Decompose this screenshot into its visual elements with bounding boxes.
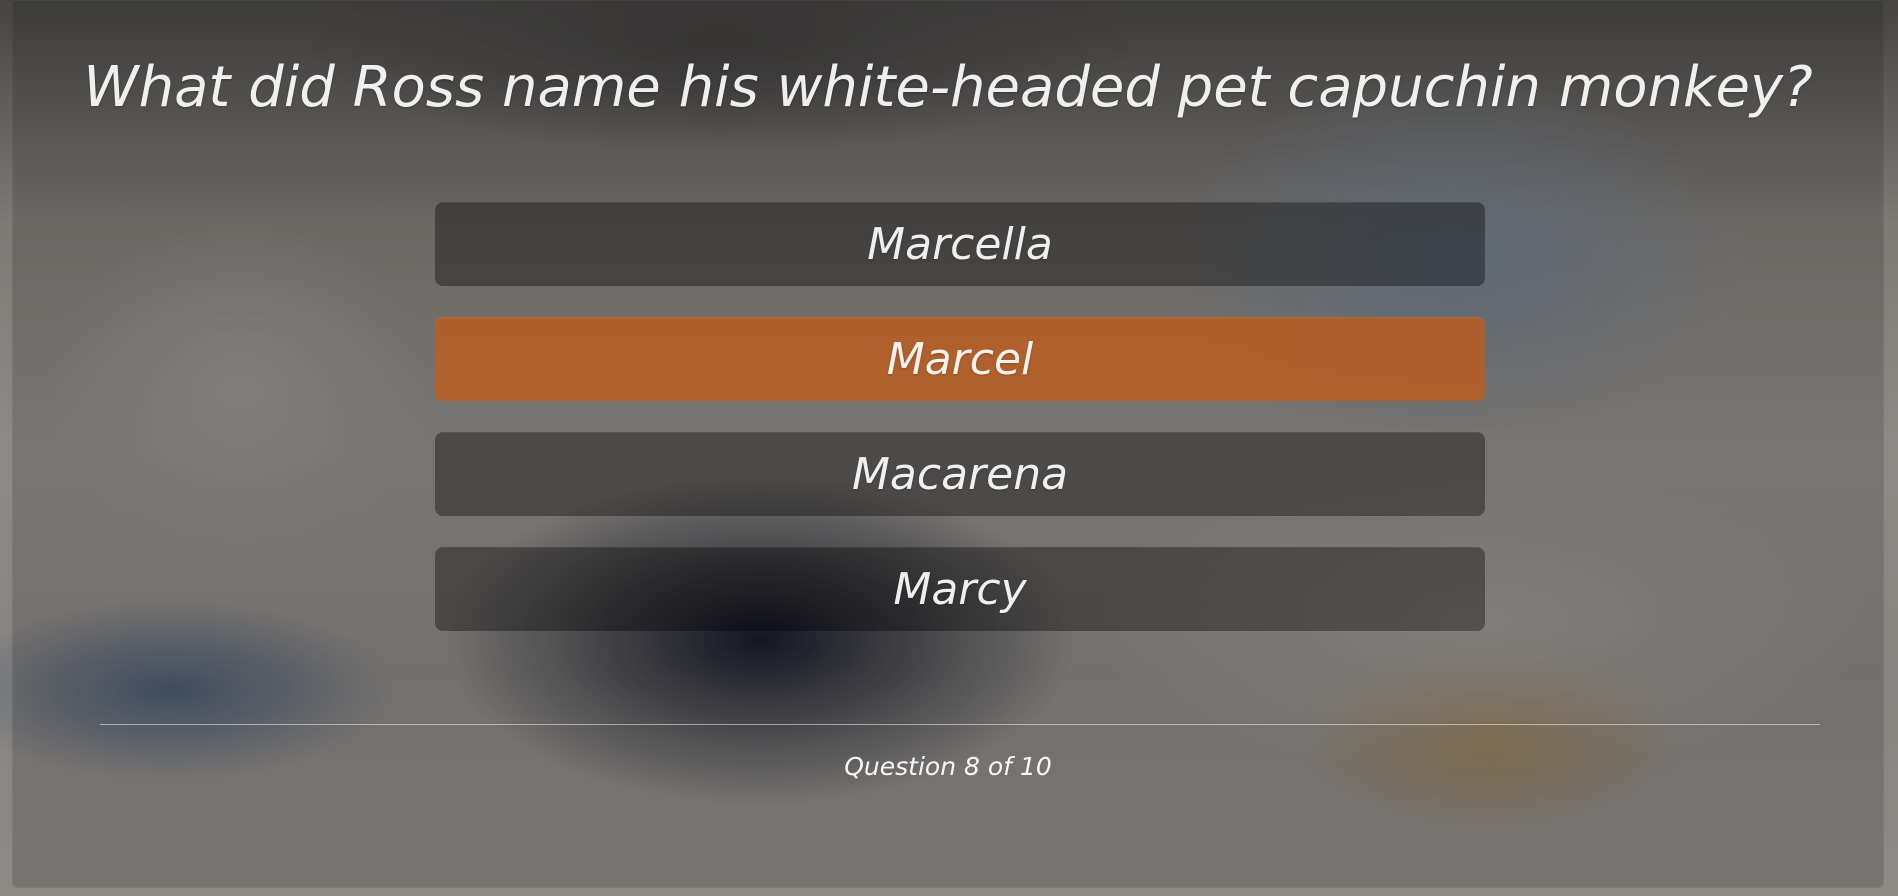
question-counter: Question 8 of 10 — [844, 752, 1052, 781]
answer-label: Macarena — [851, 448, 1069, 500]
answer-option-marcel[interactable]: Marcel — [435, 317, 1485, 401]
answer-list: Marcella Marcel Macarena Marcy — [435, 202, 1485, 662]
answer-label: Marcel — [886, 333, 1034, 385]
answer-label: Marcella — [867, 218, 1053, 270]
answer-option-marcy[interactable]: Marcy — [435, 547, 1485, 631]
divider — [100, 724, 1820, 725]
answer-option-macarena[interactable]: Macarena — [435, 432, 1485, 516]
answer-option-marcella[interactable]: Marcella — [435, 202, 1485, 286]
answer-label: Marcy — [893, 563, 1027, 615]
quiz-panel: What did Ross name his white-headed pet … — [12, 0, 1884, 888]
question-text: What did Ross name his white-headed pet … — [83, 55, 1813, 120]
